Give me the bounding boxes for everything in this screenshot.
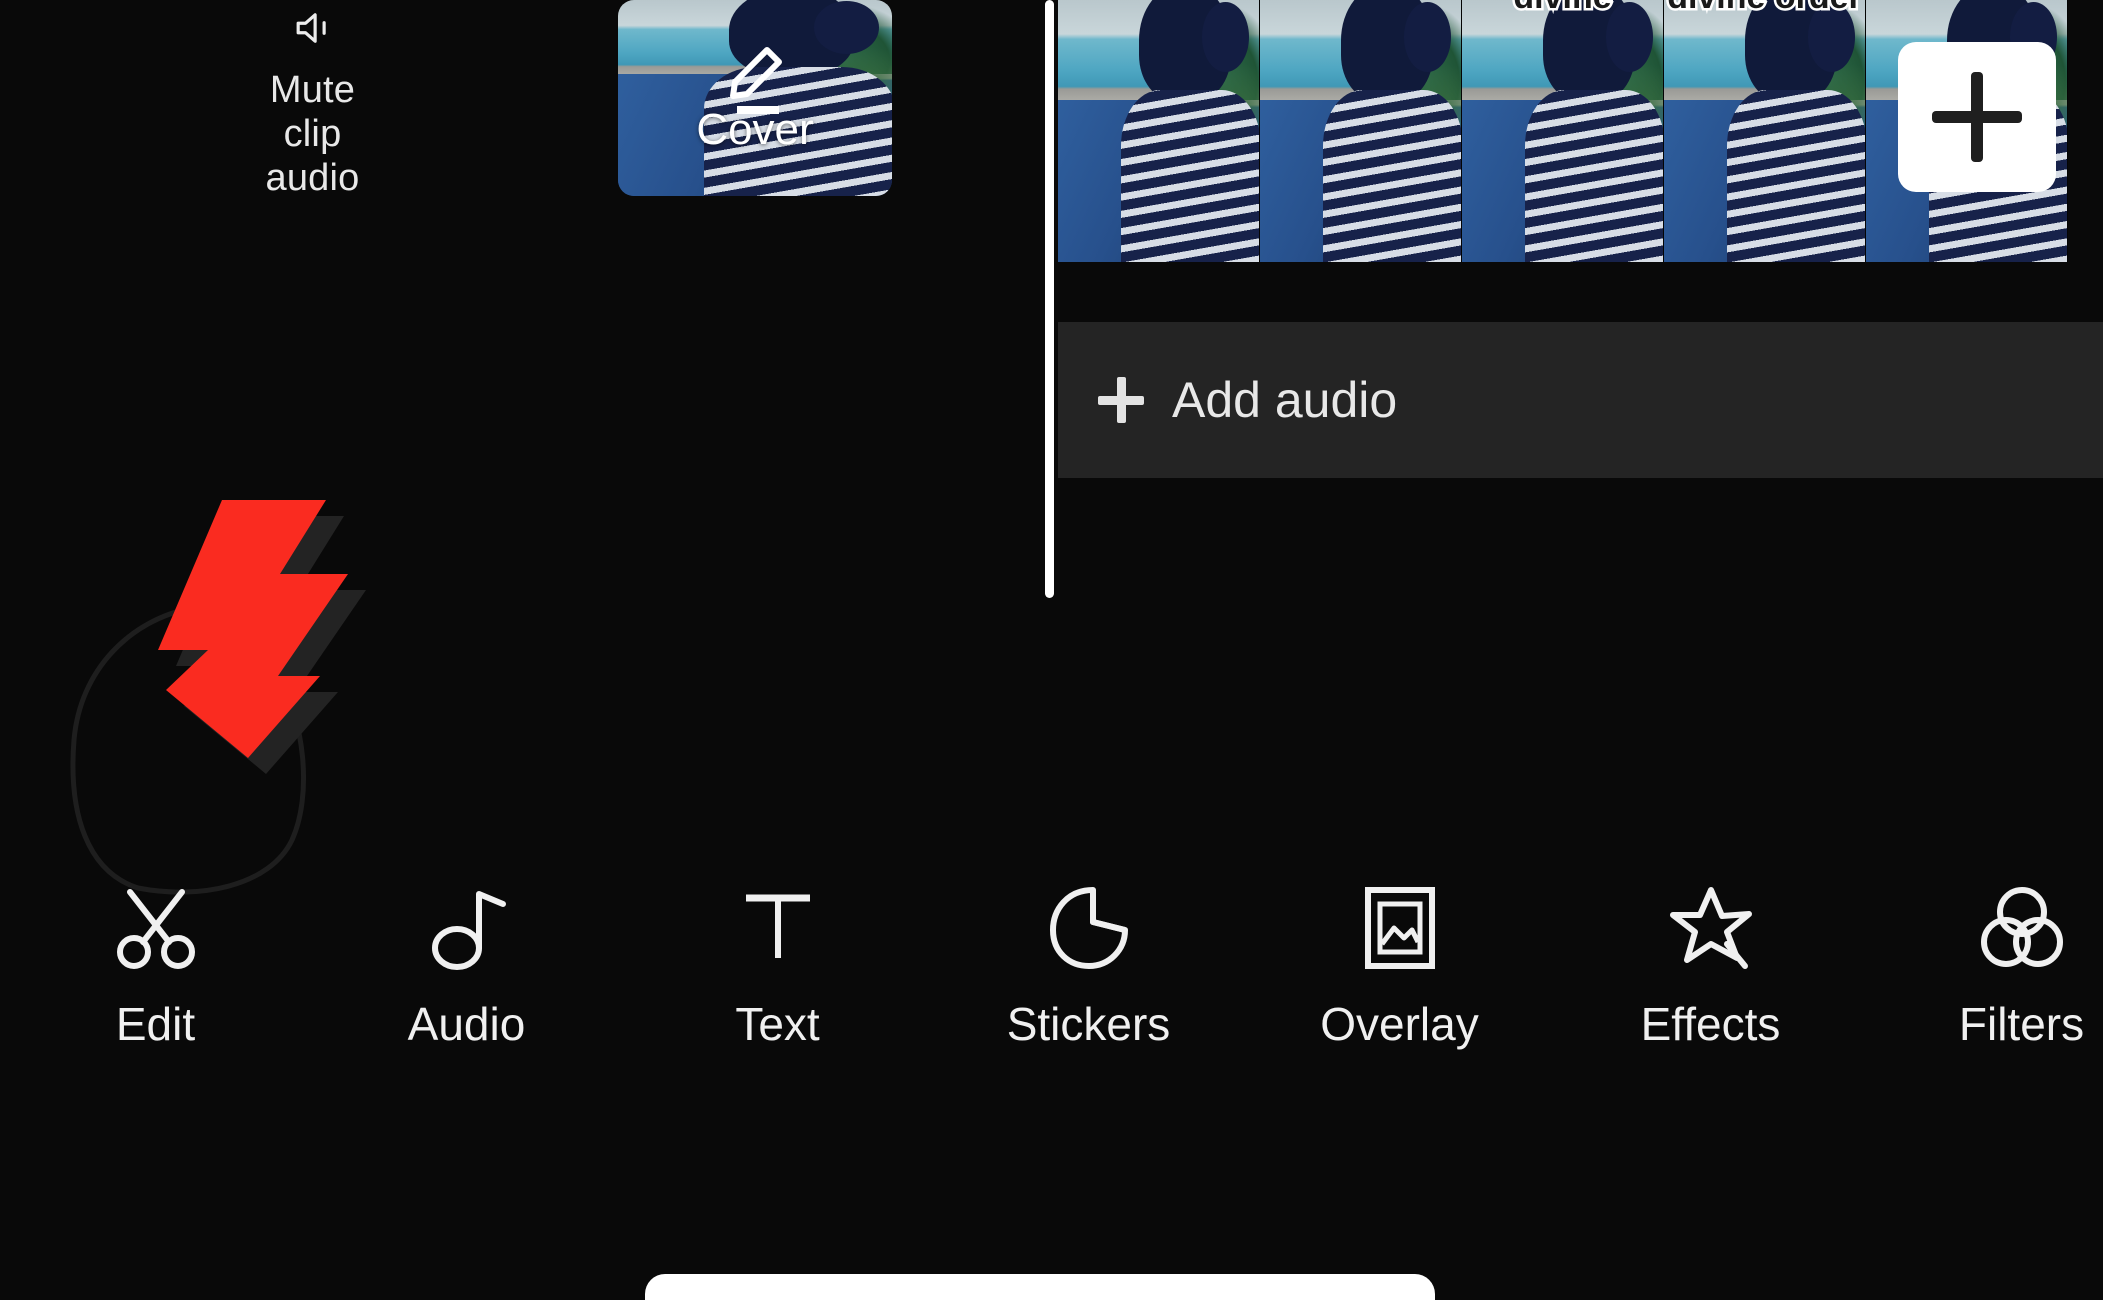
timeline-frame[interactable]: divine order: [1664, 0, 1866, 262]
mute-clip-audio-label: Mute clip audio: [265, 69, 360, 199]
toolbar-item-filters[interactable]: Filters: [1866, 880, 2103, 1080]
home-indicator: [645, 1274, 1435, 1300]
add-audio-track[interactable]: Add audio: [1058, 322, 2103, 478]
annotation-highlight-outline: [70, 605, 306, 895]
music-note-icon: [431, 891, 506, 970]
toolbar-label: Audio: [407, 998, 526, 1050]
toolbar-item-overlay[interactable]: Overlay: [1244, 880, 1555, 1080]
timeline-frame[interactable]: [1058, 0, 1260, 262]
sticker-peel-icon: [1049, 887, 1128, 969]
toolbar-label: Text: [735, 998, 820, 1050]
cover-button[interactable]: Cover: [618, 0, 892, 196]
toolbar-label: Edit: [115, 998, 196, 1050]
annotation-arrow-icon: [158, 500, 366, 774]
mute-clip-audio-button[interactable]: Mute clip audio: [240, 10, 385, 200]
speaker-low-volume-icon: [296, 13, 326, 43]
editor-toolbar: Edit Audio Text Stickers Overlay Effects…: [0, 880, 2103, 1080]
three-circles-icon: [1980, 887, 2063, 967]
timeline-frame[interactable]: [1260, 0, 1462, 262]
image-frame-icon: [1364, 887, 1435, 969]
toolbar-label: Filters: [1958, 998, 2085, 1050]
toolbar-item-stickers[interactable]: Stickers: [933, 880, 1244, 1080]
toolbar-item-edit[interactable]: Edit: [0, 880, 311, 1080]
video-editor-screen: Mute clip audio Cover Add audio Edit Aud…: [0, 0, 2103, 1300]
timeline-frame[interactable]: divine: [1462, 0, 1664, 262]
toolbar-item-effects[interactable]: Effects: [1555, 880, 1866, 1080]
plus-icon: [1098, 377, 1144, 423]
plus-icon: [1932, 72, 2022, 162]
clip-caption: divine order: [1664, 0, 1865, 19]
toolbar-item-text[interactable]: Text: [622, 880, 933, 1080]
star-wand-icon: [1669, 887, 1752, 969]
toolbar-label: Overlay: [1320, 998, 1479, 1050]
add-clip-button[interactable]: [1898, 42, 2056, 192]
toolbar-label: Stickers: [1006, 998, 1171, 1050]
scissors-icon: [116, 889, 195, 969]
toolbar-item-audio[interactable]: Audio: [311, 880, 622, 1080]
cover-label: Cover: [696, 105, 814, 154]
text-t-icon: [745, 894, 810, 958]
timeline-playhead[interactable]: [1045, 0, 1054, 598]
add-audio-label: Add audio: [1172, 372, 1398, 428]
clip-caption: divine: [1462, 0, 1663, 19]
toolbar-label: Effects: [1640, 998, 1781, 1050]
